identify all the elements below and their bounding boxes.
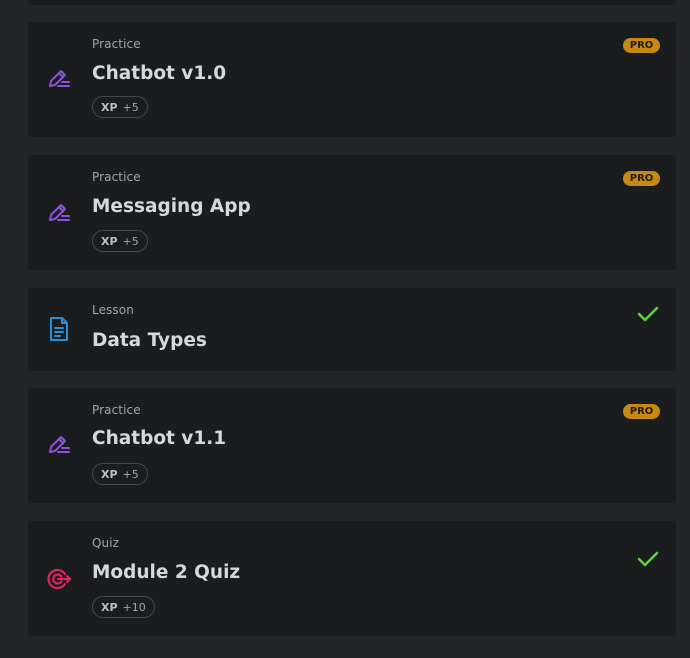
course-item-card[interactable]: Lesson Data Types	[28, 288, 676, 371]
pro-badge: PRO	[623, 404, 660, 419]
xp-badge: XP +10	[92, 596, 155, 618]
checkmark-icon	[637, 306, 659, 322]
item-type-label: Quiz	[92, 536, 120, 550]
previous-card-edge	[28, 0, 676, 5]
xp-value: +5	[122, 100, 139, 114]
xp-label: XP	[101, 234, 118, 248]
item-type-label: Lesson	[92, 303, 134, 317]
course-item-card[interactable]: Practice Chatbot v1.0 XP +5 PRO	[28, 22, 676, 137]
course-item-card[interactable]: Practice Messaging App XP +5 PRO	[28, 155, 676, 270]
document-icon	[50, 317, 68, 341]
xp-badge: XP +5	[92, 96, 148, 118]
item-title[interactable]: Module 2 Quiz	[92, 562, 240, 583]
xp-value: +10	[122, 600, 146, 614]
xp-value: +5	[122, 234, 139, 248]
pencil-edit-icon	[49, 70, 70, 87]
xp-badge: XP +5	[92, 230, 148, 252]
course-item-card[interactable]: Quiz Module 2 Quiz XP +10	[28, 521, 676, 636]
xp-badge: XP +5	[92, 463, 148, 485]
xp-label: XP	[101, 600, 118, 614]
item-title[interactable]: Chatbot v1.0	[92, 63, 226, 84]
xp-label: XP	[101, 467, 118, 481]
checkmark-icon	[637, 551, 659, 567]
item-title[interactable]: Chatbot v1.1	[92, 428, 226, 449]
item-title[interactable]: Data Types	[92, 330, 207, 351]
xp-value: +5	[122, 467, 139, 481]
xp-label: XP	[101, 100, 118, 114]
pencil-edit-icon	[49, 436, 70, 453]
item-type-label: Practice	[92, 170, 141, 184]
target-icon	[47, 568, 72, 590]
pencil-edit-icon	[49, 204, 70, 221]
item-title[interactable]: Messaging App	[92, 196, 251, 217]
pro-badge: PRO	[623, 171, 660, 186]
item-type-label: Practice	[92, 403, 141, 417]
pro-badge: PRO	[623, 38, 660, 53]
course-item-card[interactable]: Practice Chatbot v1.1 XP +5 PRO	[28, 388, 676, 503]
item-type-label: Practice	[92, 37, 141, 51]
